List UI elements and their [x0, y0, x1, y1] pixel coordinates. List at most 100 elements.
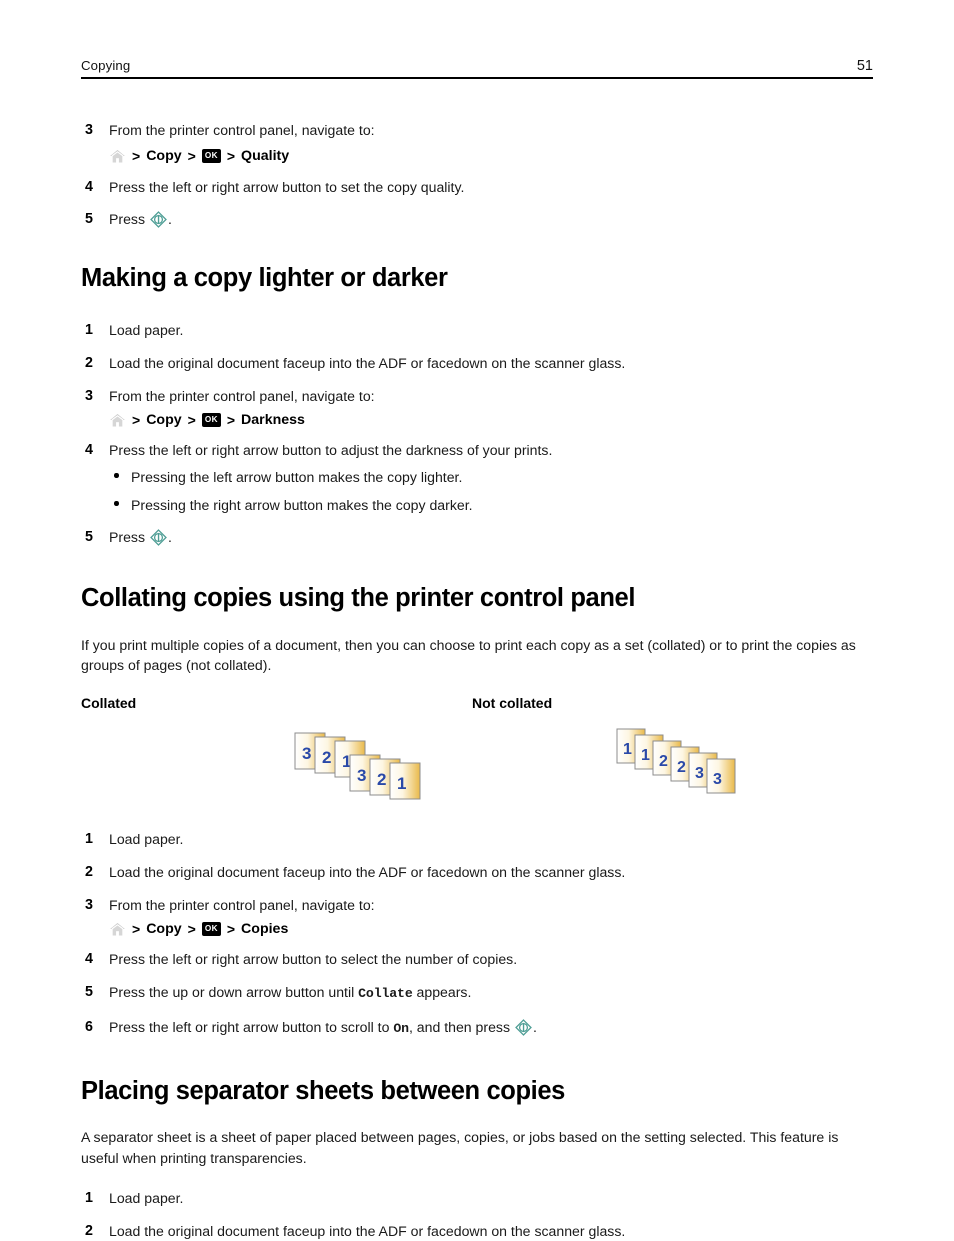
step-item: 3 From the printer control panel, naviga…	[81, 386, 881, 406]
collated-label: Collated	[81, 695, 137, 712]
step-item: 3 From the printer control panel, naviga…	[81, 895, 881, 915]
path-separator: >	[187, 148, 196, 164]
nav-item-copy[interactable]: Copy	[146, 148, 181, 164]
step-item: 4 Press the left or right arrow button t…	[81, 177, 881, 197]
sub-bullet-list: Pressing the left arrow button makes the…	[109, 467, 881, 515]
section-heading-collating: Collating copies using the printer contr…	[81, 584, 636, 613]
path-separator: >	[226, 921, 236, 938]
svg-text:2: 2	[677, 759, 686, 776]
path-separator: >	[187, 412, 196, 429]
nav-item-copy[interactable]: Copy	[146, 412, 181, 428]
svg-text:1: 1	[641, 747, 650, 764]
path-separator: >	[226, 148, 236, 164]
setting-name-collate: Collate	[358, 986, 413, 1002]
collated-page-stack: 3 2 1 3 2 1	[293, 727, 423, 808]
navigation-path-copies: > Copy > OK > Copies	[81, 921, 881, 937]
step-text: Press the left or right arrow button to …	[109, 442, 553, 459]
not-collated-label: Not collated	[472, 695, 553, 712]
document-page: Copying 51 3 From the printer control pa…	[0, 0, 954, 1239]
start-button-icon[interactable]	[515, 1018, 532, 1036]
step-item: 3 From the printer control panel, naviga…	[81, 120, 881, 140]
header-page-number: 51	[856, 58, 873, 74]
step-text: Load paper.	[109, 1190, 184, 1207]
step-number: 3	[85, 122, 93, 138]
step-text: Load paper.	[109, 322, 184, 339]
step-text-before: Press the up or down arrow button until	[109, 984, 359, 1001]
collate-comparison-figure: Collated Not collated 3 2 1 3 2 1 1 1 2 …	[81, 695, 881, 811]
setting-value-on: On	[393, 1021, 409, 1037]
step-item: 1 Load paper.	[81, 320, 881, 340]
section-heading-lighter-darker: Making a copy lighter or darker	[81, 264, 448, 292]
steps-list-separator-sheets: 1 Load paper. 2 Load the original docume…	[81, 1188, 881, 1241]
step-number: 4	[85, 179, 93, 195]
step-item: 5 Press .	[81, 527, 881, 547]
step-number: 2	[85, 864, 93, 881]
step-item: 4 Press the left or right arrow button t…	[81, 949, 881, 969]
separator-sheets-intro-paragraph: A separator sheet is a sheet of paper pl…	[81, 1129, 839, 1166]
svg-text:3: 3	[713, 771, 722, 788]
step-number: 5	[85, 984, 93, 1001]
home-icon[interactable]	[109, 413, 126, 428]
navigation-path-quality: > Copy > OK > Quality	[81, 148, 881, 164]
ok-button-icon[interactable]: OK	[201, 149, 221, 163]
nav-item-quality[interactable]: Quality	[241, 148, 289, 164]
step-item: 2 Load the original document faceup into…	[81, 862, 881, 882]
step-text-after: .	[167, 211, 172, 227]
step-item: 4 Press the left or right arrow button t…	[81, 440, 881, 515]
ok-button-icon[interactable]: OK	[201, 922, 221, 937]
path-separator: >	[132, 921, 141, 938]
step-item: 5 Press .	[81, 209, 881, 229]
step-item: 1 Load paper.	[81, 829, 881, 849]
step-text: Press the left or right arrow button to …	[109, 179, 465, 195]
step-text-before: Press the left or right arrow button to …	[109, 1019, 394, 1036]
steps-list-lighter-darker: 1 Load paper. 2 Load the original docume…	[81, 320, 881, 547]
step-item: 2 Load the original document faceup into…	[81, 353, 881, 373]
svg-text:1: 1	[623, 741, 632, 758]
step-number: 4	[85, 951, 93, 968]
collate-figure-art: 3 2 1 3 2 1 1 1 2 2 3 3	[81, 727, 881, 811]
step-text: Load the original document faceup into t…	[109, 355, 626, 372]
steps-list-copy-quality: 3 From the printer control panel, naviga…	[81, 120, 881, 229]
step-text-after: appears.	[412, 984, 472, 1001]
step-text: From the printer control panel, navigate…	[109, 897, 375, 914]
step-item: 1 Load paper.	[81, 1188, 881, 1208]
bullet-text: Pressing the left arrow button makes the…	[131, 469, 463, 486]
svg-text:2: 2	[659, 753, 668, 770]
start-button-icon[interactable]	[150, 210, 167, 228]
path-separator: >	[132, 412, 141, 429]
svg-text:2: 2	[322, 748, 331, 767]
ok-button-icon[interactable]: OK	[201, 413, 221, 428]
step-text-before: Press	[109, 211, 149, 227]
svg-text:1: 1	[397, 774, 406, 793]
collate-figure-labels: Collated Not collated	[81, 695, 881, 715]
document-content: 3 From the printer control panel, naviga…	[81, 120, 881, 1241]
nav-item-darkness[interactable]: Darkness	[241, 412, 305, 428]
nav-item-copy[interactable]: Copy	[146, 921, 181, 937]
step-item: 2 Load the original document faceup into…	[81, 1221, 881, 1241]
step-item: 5 Press the up or down arrow button unti…	[81, 982, 881, 1004]
svg-text:3: 3	[302, 744, 311, 763]
step-item: 6 Press the left or right arrow button t…	[81, 1017, 881, 1039]
step-number: 3	[85, 897, 93, 914]
step-number: 1	[85, 831, 93, 848]
step-number: 1	[85, 1190, 93, 1207]
bullet-item: Pressing the right arrow button makes th…	[109, 495, 881, 515]
step-number: 1	[85, 322, 93, 339]
section-heading-separator-sheets: Placing separator sheets between copies	[81, 1076, 565, 1105]
path-separator: >	[226, 412, 236, 429]
home-icon[interactable]	[109, 149, 126, 164]
svg-text:2: 2	[377, 770, 386, 789]
step-number: 2	[85, 1223, 93, 1240]
step-text-mid: , and then press	[408, 1019, 514, 1036]
path-separator: >	[187, 921, 196, 938]
home-icon[interactable]	[109, 922, 126, 937]
start-button-icon[interactable]	[150, 528, 167, 546]
step-text: Load the original document faceup into t…	[109, 1223, 626, 1240]
nav-item-copies[interactable]: Copies	[241, 921, 288, 937]
step-text: From the printer control panel, navigate…	[109, 388, 375, 405]
step-text: Load paper.	[109, 831, 184, 848]
steps-list-collating: 1 Load paper. 2 Load the original docume…	[81, 829, 881, 1038]
step-text-after: .	[532, 1019, 537, 1036]
step-text: Load the original document faceup into t…	[109, 864, 626, 881]
path-separator: >	[132, 148, 141, 164]
